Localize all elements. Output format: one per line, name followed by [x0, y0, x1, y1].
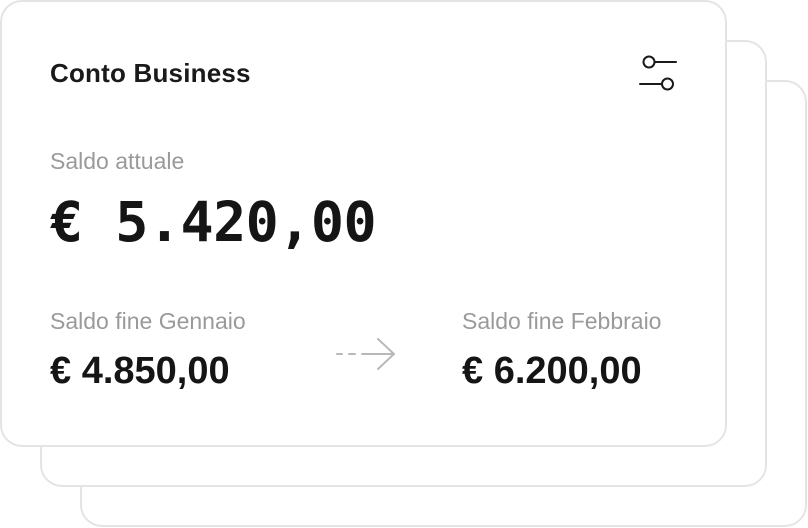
current-balance-amount: € 5.420,00: [50, 190, 377, 254]
account-card: Conto Business Saldo attuale € 5.420,00 …: [0, 0, 727, 447]
sliders-icon: [639, 55, 677, 91]
february-balance-label: Saldo fine Febbraio: [462, 308, 662, 334]
january-balance-amount: € 4.850,00: [50, 350, 230, 392]
stage: Conto Business Saldo attuale € 5.420,00 …: [0, 0, 808, 528]
account-title: Conto Business: [50, 58, 251, 88]
january-balance-label: Saldo fine Gennaio: [50, 308, 246, 334]
february-balance-amount: € 6.200,00: [462, 350, 642, 392]
dashed-arrow-right-icon: [336, 338, 395, 370]
settings-button[interactable]: [634, 52, 682, 96]
current-balance-label: Saldo attuale: [50, 148, 185, 174]
